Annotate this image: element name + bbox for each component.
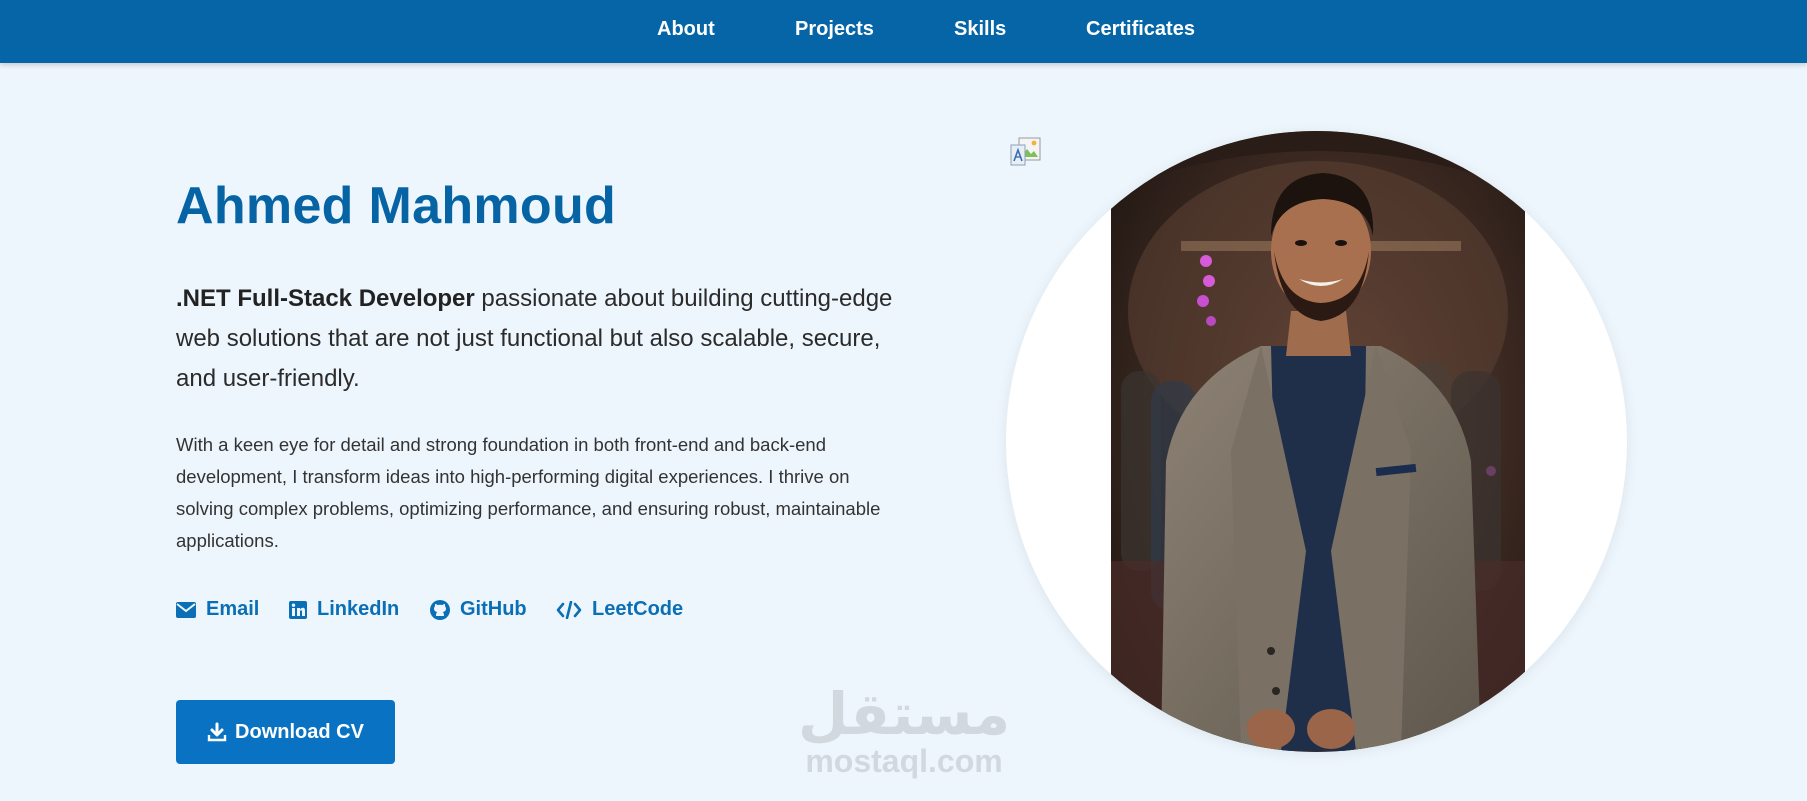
watermark-latin: mostaql.com <box>805 743 1003 779</box>
linkedin-label: LinkedIn <box>317 598 400 620</box>
email-link[interactable]: Email <box>176 598 259 621</box>
linkedin-link[interactable]: LinkedIn <box>289 598 399 621</box>
download-icon <box>207 722 227 742</box>
nav-link-certificates[interactable]: Certificates <box>1086 18 1195 41</box>
hero-description: With a keen eye for detail and strong fo… <box>176 434 881 551</box>
envelope-icon <box>176 601 196 618</box>
email-label: Email <box>206 598 260 620</box>
broken-image-icon <box>1010 137 1042 167</box>
nav-link-projects[interactable]: Projects <box>795 18 874 41</box>
hero-tagline: .NET Full-Stack Developer passionate abo… <box>176 279 906 399</box>
github-icon <box>430 599 450 620</box>
download-cv-button[interactable]: Download CV <box>176 700 395 764</box>
top-navbar: About Projects Skills Certificates <box>0 0 1807 63</box>
hero-role: .NET Full-Stack Developer <box>176 285 475 312</box>
linkedin-icon <box>289 600 307 619</box>
github-link[interactable]: GitHub <box>430 598 527 621</box>
code-icon <box>556 600 582 619</box>
mostaql-watermark: مستقل mostaql.com <box>798 684 1010 784</box>
hero-name: Ahmed Mahmoud <box>176 177 617 235</box>
profile-photo <box>1006 131 1627 752</box>
github-label: GitHub <box>460 598 527 620</box>
leetcode-label: LeetCode <box>592 598 684 620</box>
nav-link-about[interactable]: About <box>657 18 715 41</box>
download-cv-label: Download CV <box>235 720 364 743</box>
leetcode-link[interactable]: LeetCode <box>556 598 683 621</box>
profile-photo-image <box>1111 131 1525 752</box>
watermark-arabic: مستقل <box>798 680 1011 748</box>
nav-link-skills[interactable]: Skills <box>954 18 1006 41</box>
